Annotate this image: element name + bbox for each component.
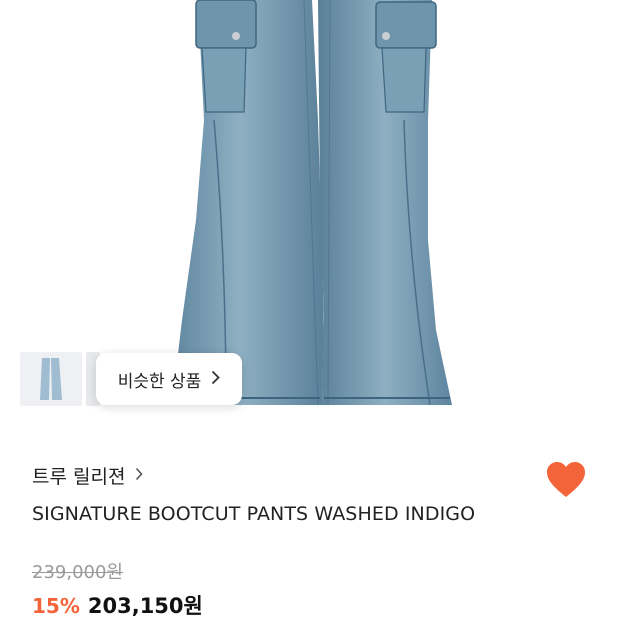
price-row: 15% 203,150원 xyxy=(32,590,203,620)
similar-products-button[interactable]: 비슷한 상품 xyxy=(96,353,242,405)
jeans-thumbnail-icon xyxy=(40,358,62,400)
chevron-right-icon xyxy=(211,369,221,390)
sale-price: 203,150원 xyxy=(87,594,203,618)
product-title: SIGNATURE BOOTCUT PANTS WASHED INDIGO xyxy=(32,503,476,525)
brand-link[interactable]: 트루 릴리젼 xyxy=(32,462,144,489)
thumbnail-strip xyxy=(0,352,100,406)
discount-rate: 15% xyxy=(32,594,80,618)
original-price: 239,000원 xyxy=(32,562,123,583)
heart-icon xyxy=(547,462,585,497)
thumbnail-image[interactable] xyxy=(20,352,82,406)
similar-products-label: 비슷한 상품 xyxy=(117,371,202,392)
like-button[interactable] xyxy=(545,460,587,500)
chevron-right-icon xyxy=(135,465,144,486)
brand-name: 트루 릴리젼 xyxy=(32,466,126,488)
